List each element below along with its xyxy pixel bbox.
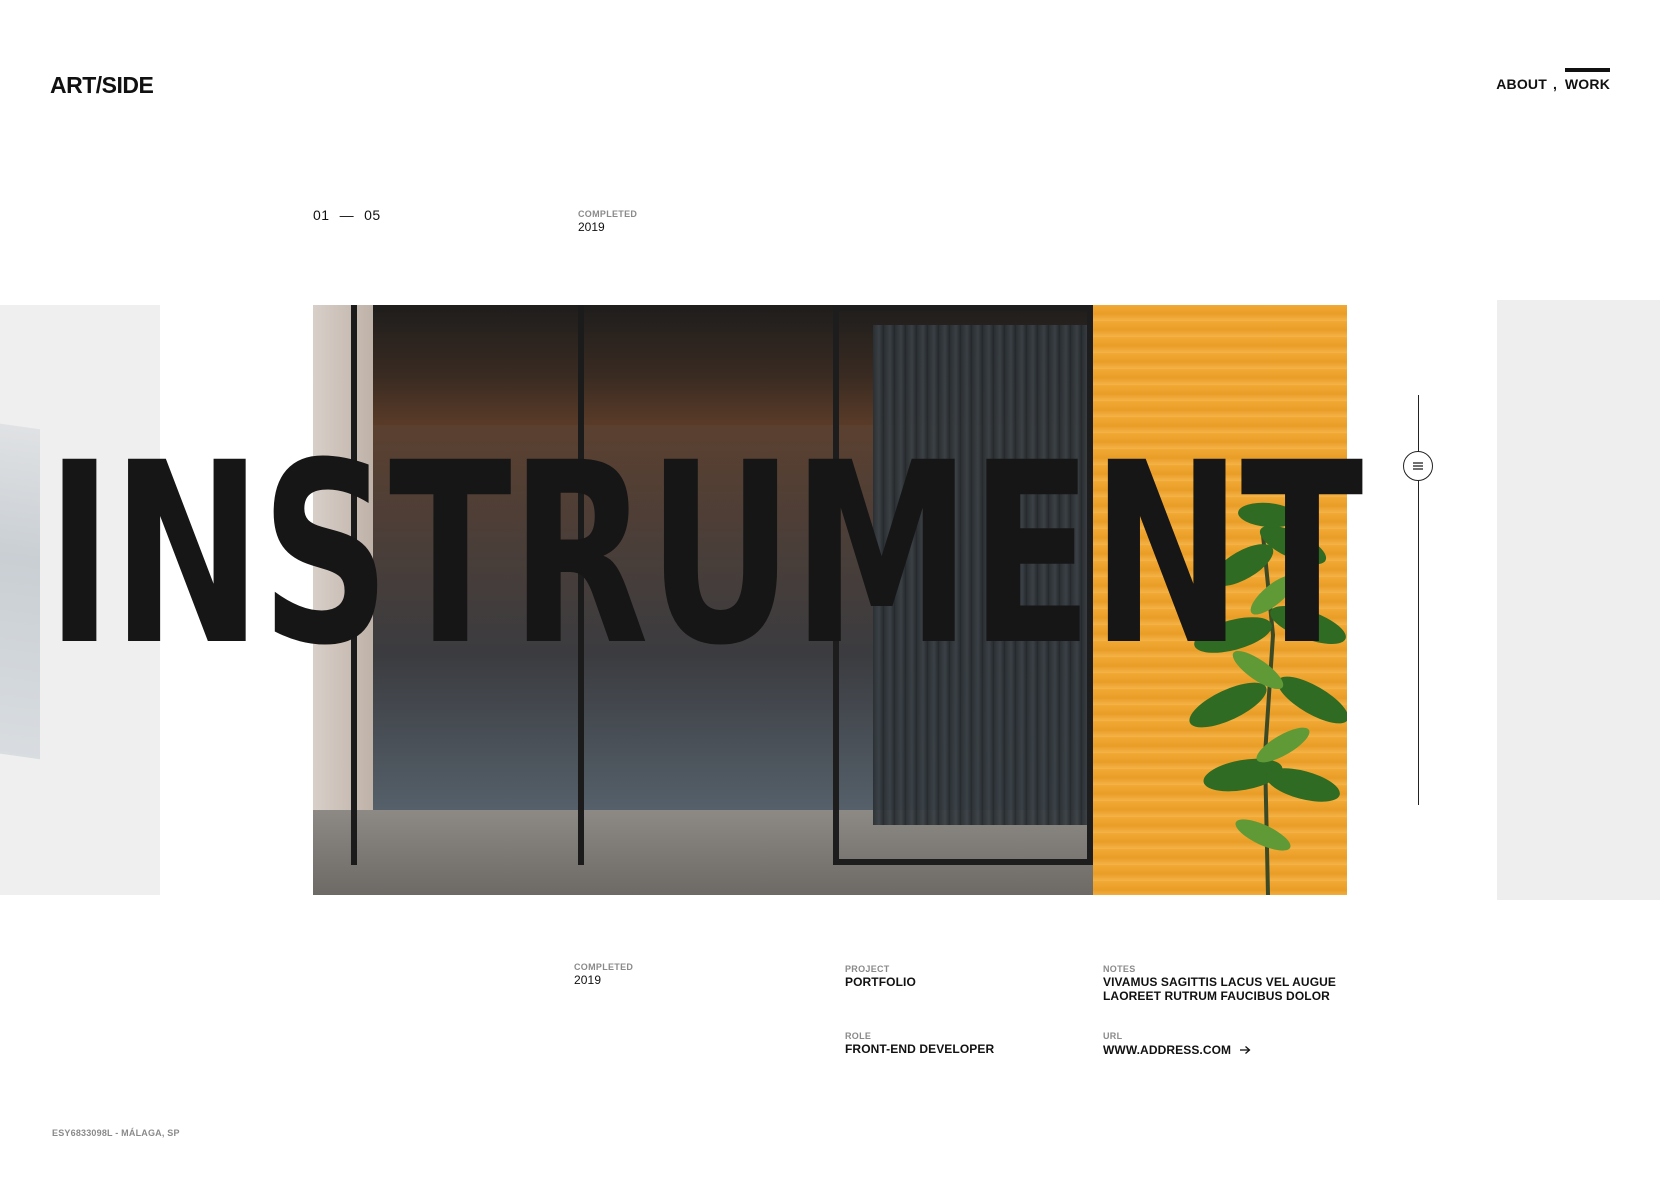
nav-separator: ,: [1552, 76, 1557, 92]
detail-project: PROJECT PORTFOLIO: [845, 964, 916, 989]
site-logo[interactable]: ART/SIDE: [50, 72, 154, 99]
top-completed-value: 2019: [578, 220, 605, 234]
slide-current: 01: [313, 207, 330, 223]
slide-dash: —: [339, 207, 355, 223]
slide-counter: 01 — 05: [313, 207, 381, 223]
nav-item-work[interactable]: WORK: [1564, 68, 1611, 92]
detail-role: ROLE FRONT-END DEVELOPER: [845, 1031, 994, 1056]
detail-project-label: PROJECT: [845, 964, 890, 974]
detail-notes-value: VIVAMUS SAGITTIS LACUS VEL AUGUE LAOREET…: [1103, 975, 1336, 1003]
footer-company-id: ESY6833098L - MÁLAGA, SP: [52, 1128, 180, 1138]
next-slide-preview[interactable]: [1497, 300, 1660, 900]
detail-completed-label: COMPLETED: [574, 962, 634, 972]
top-completed-meta: COMPLETED 2019: [578, 209, 637, 234]
detail-project-value: PORTFOLIO: [845, 975, 916, 989]
project-title: INSTRUMENT: [46, 409, 1363, 700]
project-url-link[interactable]: WWW.ADDRESS.COM: [1103, 1043, 1251, 1057]
top-completed-label: COMPLETED: [578, 209, 638, 219]
detail-role-label: ROLE: [845, 1031, 872, 1041]
notes-line-2: LAOREET RUTRUM FAUCIBUS DOLOR: [1103, 989, 1330, 1003]
page: ART/SIDE ABOUT , WORK 01 — 05 COMPLETED …: [0, 0, 1660, 1200]
detail-completed-value: 2019: [574, 973, 602, 987]
detail-role-value: FRONT-END DEVELOPER: [845, 1042, 995, 1056]
main-nav: ABOUT , WORK: [1496, 68, 1611, 92]
previous-slide-image: [0, 420, 40, 760]
slide-progress-handle[interactable]: [1403, 451, 1433, 481]
project-url-text[interactable]: WWW.ADDRESS.COM: [1103, 1043, 1231, 1057]
slide-total: 05: [364, 207, 381, 223]
detail-url-label: URL: [1103, 1031, 1123, 1041]
nav-item-about[interactable]: ABOUT: [1496, 76, 1547, 92]
detail-notes: NOTES VIVAMUS SAGITTIS LACUS VEL AUGUE L…: [1103, 964, 1336, 1003]
notes-line-1: VIVAMUS SAGITTIS LACUS VEL AUGUE: [1103, 975, 1336, 989]
detail-url: URL WWW.ADDRESS.COM: [1103, 1031, 1251, 1059]
detail-notes-label: NOTES: [1103, 964, 1136, 974]
menu-lines-icon: [1413, 462, 1423, 470]
detail-completed: COMPLETED 2019: [574, 962, 633, 987]
arrow-right-icon[interactable]: [1239, 1045, 1251, 1055]
